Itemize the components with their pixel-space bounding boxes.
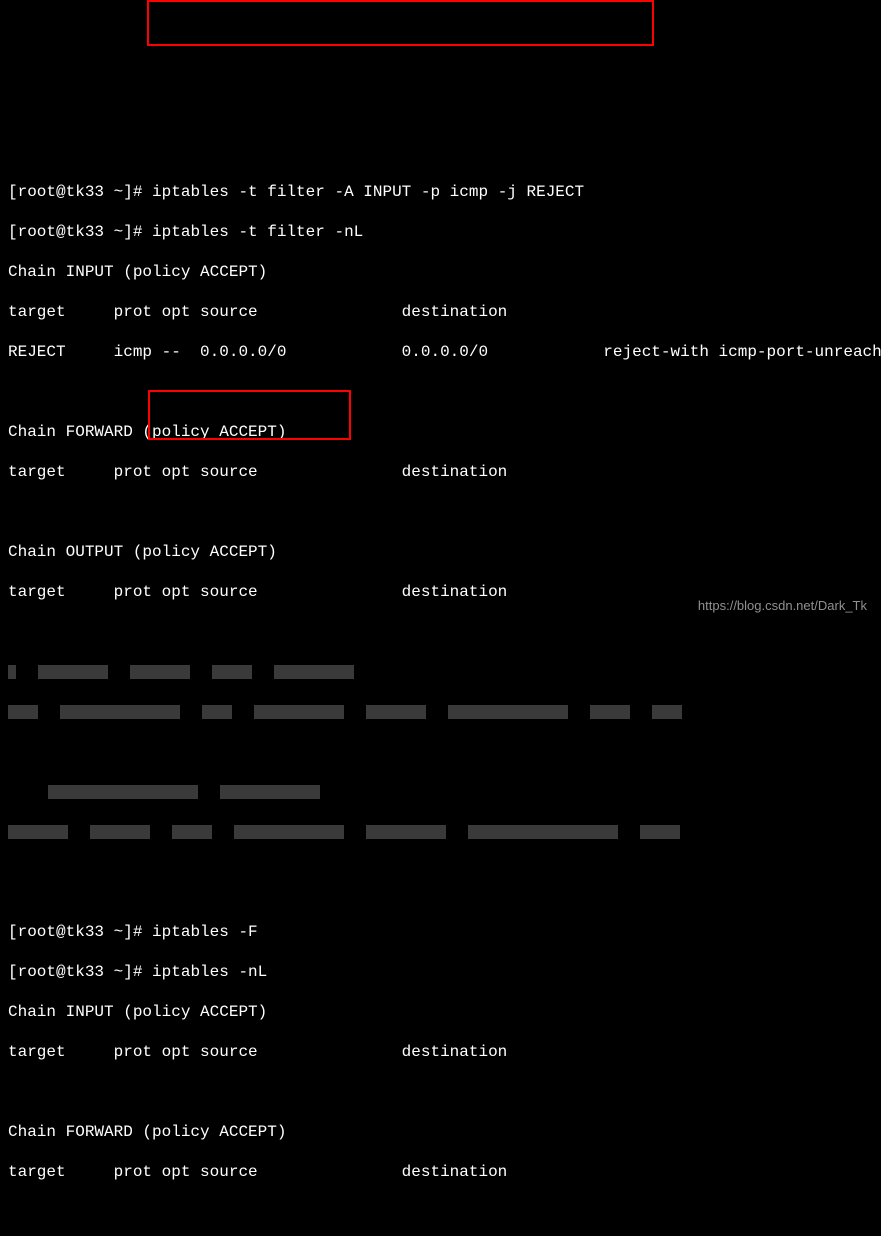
output-chain-input: Chain INPUT (policy ACCEPT)	[8, 262, 873, 282]
output-chain-forward: Chain FORWARD (policy ACCEPT)	[8, 1122, 873, 1142]
command-text[interactable]: iptables -nL	[152, 963, 267, 981]
output-reject-rule: REJECT icmp -- 0.0.0.0/0 0.0.0.0/0 rejec…	[8, 342, 873, 362]
blank-line	[8, 862, 873, 882]
output-chain-output: Chain OUTPUT (policy ACCEPT)	[8, 542, 873, 562]
blank-line	[8, 1082, 873, 1102]
shell-prompt: [root@tk33 ~]#	[8, 963, 152, 981]
output-header: target prot opt source destination	[8, 1042, 873, 1062]
shell-prompt: [root@tk33 ~]#	[8, 183, 152, 201]
output-chain-forward: Chain FORWARD (policy ACCEPT)	[8, 422, 873, 442]
terminal-line: [root@tk33 ~]# iptables -nL	[8, 962, 873, 982]
blank-line	[8, 382, 873, 402]
terminal-line: [root@tk33 ~]# iptables -t filter -A INP…	[8, 182, 873, 202]
highlight-box-1	[147, 0, 654, 46]
command-text[interactable]: iptables -F	[152, 923, 258, 941]
blank-line	[8, 1202, 873, 1222]
terminal-line: [root@tk33 ~]# iptables -F	[8, 922, 873, 942]
redacted-row	[8, 702, 873, 722]
redacted-row	[8, 822, 873, 842]
shell-prompt: [root@tk33 ~]#	[8, 923, 152, 941]
terminal-line: [root@tk33 ~]# iptables -t filter -nL	[8, 222, 873, 242]
watermark-text: https://blog.csdn.net/Dark_Tk	[698, 598, 867, 614]
output-header: target prot opt source destination	[8, 462, 873, 482]
redacted-row	[8, 782, 873, 802]
command-text[interactable]: iptables -t filter -A INPUT -p icmp -j R…	[152, 183, 584, 201]
command-text[interactable]: iptables -t filter -nL	[152, 223, 363, 241]
redacted-row	[8, 742, 873, 762]
output-chain-input: Chain INPUT (policy ACCEPT)	[8, 1002, 873, 1022]
redacted-row	[8, 662, 873, 682]
output-header: target prot opt source destination	[8, 302, 873, 322]
shell-prompt: [root@tk33 ~]#	[8, 223, 152, 241]
output-header: target prot opt source destination	[8, 1162, 873, 1182]
blank-line	[8, 502, 873, 522]
